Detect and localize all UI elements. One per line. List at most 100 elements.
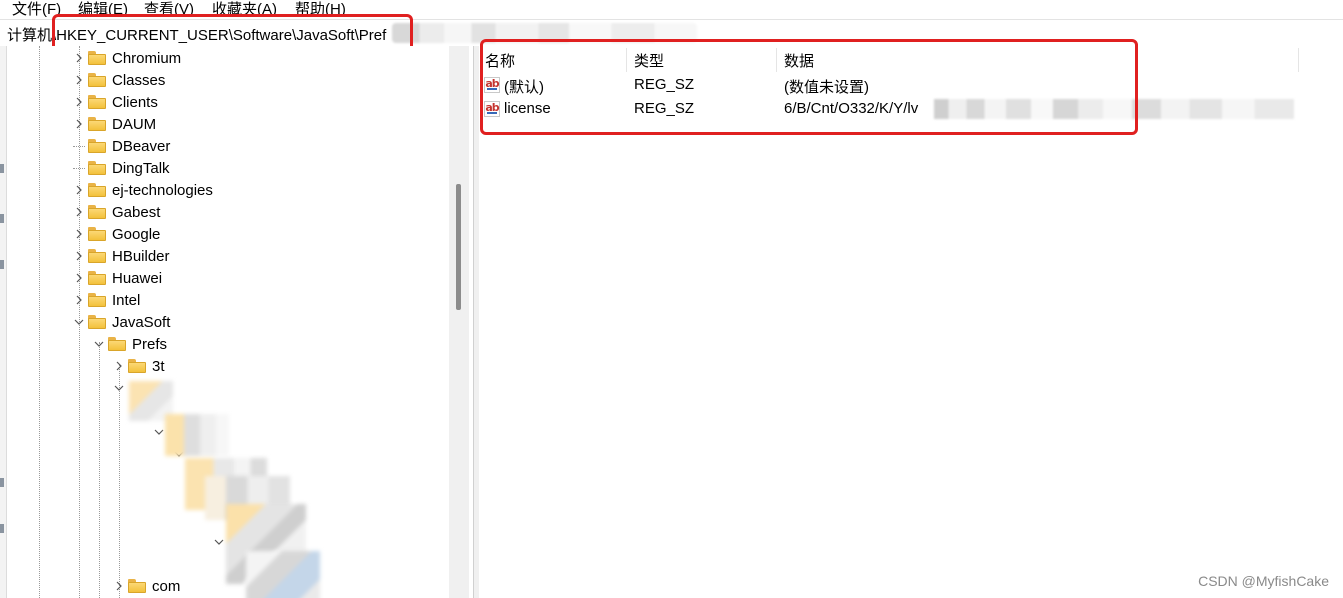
chevron-right-icon[interactable] xyxy=(73,206,85,218)
tree-item-google[interactable]: Google xyxy=(73,223,160,245)
tree-item-label: Clients xyxy=(112,93,158,111)
tree-item-label: JavaSoft xyxy=(112,313,171,331)
tree-item-prefs[interactable]: Prefs xyxy=(93,333,167,355)
tree-connector xyxy=(73,145,85,147)
tree-item-label: DBeaver xyxy=(112,137,171,155)
tree-item-huawei[interactable]: Huawei xyxy=(73,267,162,289)
tree-item-label: HBuilder xyxy=(112,247,170,265)
chevron-right-icon[interactable] xyxy=(73,294,85,306)
tree-connector xyxy=(73,167,85,169)
value-row[interactable]: ab (默认) REG_SZ (数值未设置) xyxy=(479,73,1339,97)
value-data-redacted xyxy=(934,99,1294,119)
address-path[interactable]: 计算机\HKEY_CURRENT_USER\Software\JavaSoft\… xyxy=(7,24,386,45)
column-divider[interactable] xyxy=(626,48,627,72)
menu-help[interactable]: 帮助(H) xyxy=(295,0,346,19)
tree-item-label: 3t xyxy=(152,357,165,375)
tree-item-hbuilder[interactable]: HBuilder xyxy=(73,245,170,267)
tree-item-clients[interactable]: Clients xyxy=(73,91,158,113)
edge-mark xyxy=(0,478,4,487)
folder-icon xyxy=(88,271,106,285)
value-name: (默认) xyxy=(504,79,544,96)
tree-item-label: com xyxy=(152,577,181,595)
tree-item-com[interactable]: com xyxy=(113,575,180,597)
tree-item-intel[interactable]: Intel xyxy=(73,289,140,311)
value-row[interactable]: ab license REG_SZ 6/B/Cnt/O332/K/Y/lv xyxy=(479,97,1339,121)
value-name: license xyxy=(504,100,551,117)
chevron-right-icon[interactable] xyxy=(73,118,85,130)
tree-item-daum[interactable]: DAUM xyxy=(73,113,156,135)
chevron-down-icon[interactable] xyxy=(153,426,165,438)
tree-item-3t[interactable]: 3t xyxy=(113,355,165,377)
redacted-region xyxy=(165,414,229,456)
chevron-down-icon[interactable] xyxy=(73,316,85,328)
tree-item-label: ej-technologies xyxy=(112,181,213,199)
chevron-right-icon[interactable] xyxy=(73,74,85,86)
chevron-right-icon[interactable] xyxy=(113,580,125,592)
column-header-data[interactable]: 数据 xyxy=(784,50,814,71)
values-list: 名称 类型 数据 ab (默认) REG_SZ (数值未设置) ab licen… xyxy=(479,46,1343,598)
address-bar[interactable]: 计算机\HKEY_CURRENT_USER\Software\JavaSoft\… xyxy=(0,19,1343,47)
folder-icon xyxy=(88,205,106,219)
chevron-right-icon[interactable] xyxy=(73,52,85,64)
chevron-right-icon[interactable] xyxy=(73,96,85,108)
tree-item-dingtalk[interactable]: DingTalk xyxy=(73,157,170,179)
chevron-right-icon[interactable] xyxy=(73,228,85,240)
column-divider[interactable] xyxy=(776,48,777,72)
tree-item-label: Classes xyxy=(112,71,166,89)
tree-item-gabest[interactable]: Gabest xyxy=(73,201,160,223)
edge-mark xyxy=(0,164,4,173)
folder-icon xyxy=(88,117,106,131)
tree-item-label: DingTalk xyxy=(112,159,170,177)
folder-icon xyxy=(108,337,126,351)
chevron-right-icon[interactable] xyxy=(113,360,125,372)
edge-mark xyxy=(0,260,4,269)
folder-icon xyxy=(128,579,146,593)
folder-icon xyxy=(88,293,106,307)
chevron-right-icon[interactable] xyxy=(73,184,85,196)
string-value-icon: ab xyxy=(484,101,500,117)
tree-item-javasoft[interactable]: JavaSoft xyxy=(73,311,170,333)
window-left-edge xyxy=(0,46,7,598)
tree-item-label: Google xyxy=(112,225,161,243)
value-data: (数值未设置) xyxy=(784,79,869,96)
value-type: REG_SZ xyxy=(634,76,695,93)
menu-edit[interactable]: 编辑(E) xyxy=(78,0,128,19)
tree-item-classes[interactable]: Classes xyxy=(73,69,165,91)
column-header-name[interactable]: 名称 xyxy=(485,50,515,71)
registry-tree: Chromium Classes Clients DAUM DBeaver Di… xyxy=(0,46,473,598)
string-value-icon: ab xyxy=(484,77,500,93)
menu-view[interactable]: 查看(V) xyxy=(144,0,194,19)
column-divider[interactable] xyxy=(1298,48,1299,72)
menu-favorites[interactable]: 收藏夹(A) xyxy=(212,0,277,19)
tree-item-label: Intel xyxy=(112,291,141,309)
tree-item-redacted[interactable] xyxy=(113,377,128,399)
menu-bar: 文件(F) 编辑(E) 查看(V) 收藏夹(A) 帮助(H) xyxy=(0,0,1343,18)
chevron-right-icon[interactable] xyxy=(73,250,85,262)
chevron-down-icon[interactable] xyxy=(93,338,105,350)
value-data: 6/B/Cnt/O332/K/Y/lv xyxy=(784,100,919,117)
tree-scrollbar-thumb[interactable] xyxy=(456,184,461,310)
tree-item-label: Chromium xyxy=(112,49,182,67)
chevron-right-icon[interactable] xyxy=(73,272,85,284)
menu-file[interactable]: 文件(F) xyxy=(12,0,61,19)
folder-icon xyxy=(88,51,106,65)
folder-icon xyxy=(88,249,106,263)
tree-item-chromium[interactable]: Chromium xyxy=(73,47,181,69)
folder-icon xyxy=(88,95,106,109)
tree-guide-line xyxy=(99,342,100,598)
folder-icon xyxy=(88,161,106,175)
folder-icon xyxy=(128,359,146,373)
folder-icon xyxy=(88,183,106,197)
tree-item-dbeaver[interactable]: DBeaver xyxy=(73,135,170,157)
column-header-type[interactable]: 类型 xyxy=(634,50,664,71)
edge-mark xyxy=(0,524,4,533)
folder-icon xyxy=(88,227,106,241)
tree-item-label: Huawei xyxy=(112,269,163,287)
tree-item-ej-technologies[interactable]: ej-technologies xyxy=(73,179,213,201)
folder-icon xyxy=(88,139,106,153)
tree-guide-line xyxy=(39,46,40,598)
chevron-down-icon[interactable] xyxy=(113,382,125,394)
folder-icon xyxy=(88,73,106,87)
chevron-down-icon[interactable] xyxy=(213,536,225,548)
tree-scrollbar[interactable] xyxy=(449,46,469,598)
